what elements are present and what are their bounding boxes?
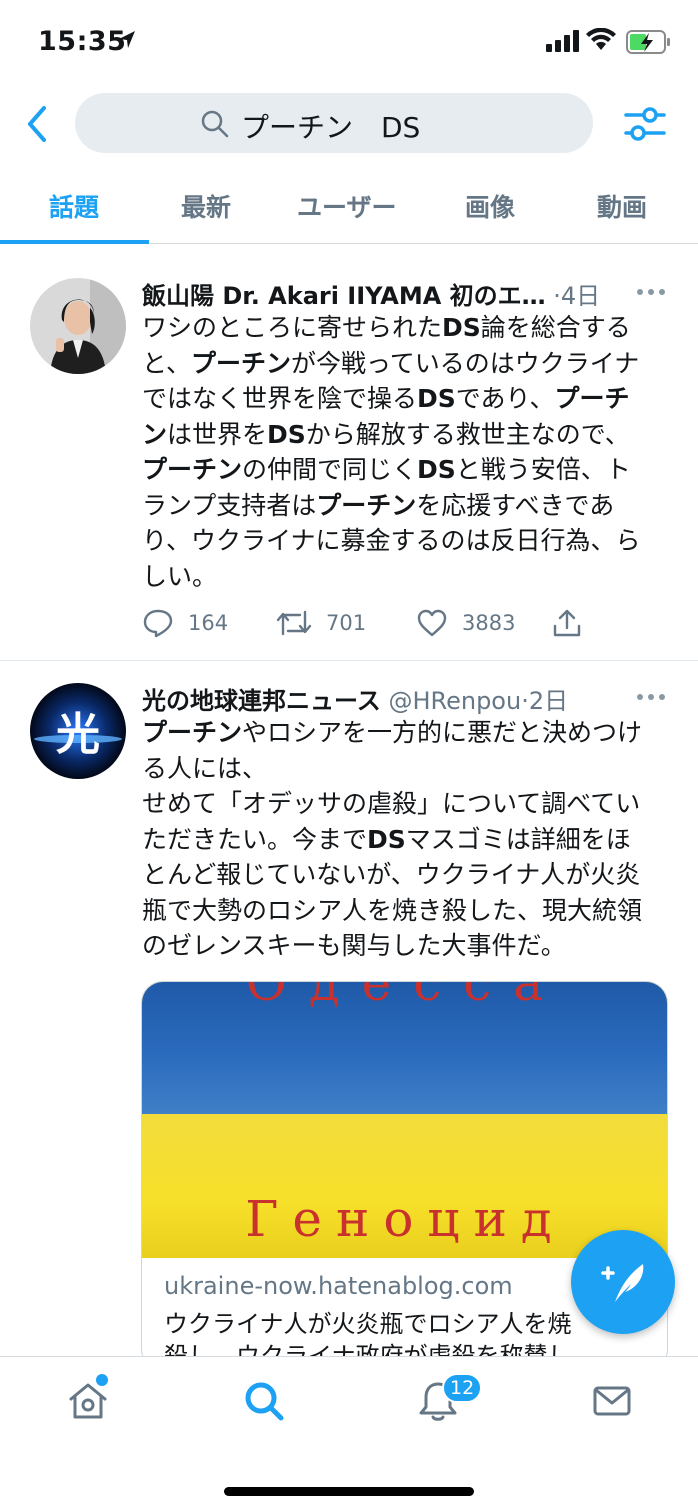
share-button[interactable] xyxy=(552,608,596,638)
tab-images[interactable]: 画像 xyxy=(465,188,515,224)
link-preview-image: Одесса Геноцид xyxy=(142,982,667,1258)
tweet-header: 飯山陽 Dr. Akari IIYAMA 初のエ… ·4日 xyxy=(142,276,616,311)
home-indicator xyxy=(224,1487,474,1496)
cellular-signal-icon xyxy=(546,30,579,52)
search-input[interactable]: プーチン DS xyxy=(75,93,593,153)
tweet-text-line: プーチンの仲間で同じくDSと戦う安倍、ト xyxy=(142,455,631,484)
avatar-glyph: 光 xyxy=(56,709,100,760)
tweet-text-line: せめて「オデッサの虐殺」について調べてい xyxy=(142,789,641,818)
tab-videos[interactable]: 動画 xyxy=(597,188,647,224)
search-tabs: 話題 最新 ユーザー 画像 動画 xyxy=(0,176,698,244)
tweet[interactable]: 飯山陽 Dr. Akari IIYAMA 初のエ… ·4日 ワシのところに寄せら… xyxy=(0,246,698,660)
tweet-text-line: プーチンやロシアを一方的に悪だと決めつけ xyxy=(142,718,643,747)
like-count: 3883 xyxy=(462,611,516,635)
bottom-tab-bar: 12 xyxy=(0,1356,698,1511)
tweet-text-line: る人には、 xyxy=(142,753,268,783)
reply-count: 164 xyxy=(188,611,229,635)
tweet-text: プーチンやロシアを一方的に悪だと決めつけ る人には、 せめて「オデッサの虐殺」に… xyxy=(142,715,672,964)
tweet-text-line: ンは世界をDSから解放する救世主なので、 xyxy=(142,419,630,449)
tweet-handle[interactable]: @HRenpou xyxy=(388,687,521,715)
like-button[interactable]: 3883 xyxy=(416,608,515,638)
more-options-icon[interactable] xyxy=(636,693,666,701)
tab-latest[interactable]: 最新 xyxy=(181,188,231,224)
compose-feather-icon xyxy=(601,1264,644,1302)
tab-trending[interactable]: 話題 xyxy=(49,188,99,224)
retweet-icon xyxy=(276,610,312,636)
reply-button[interactable]: 164 xyxy=(142,608,228,638)
battery-charging-icon xyxy=(626,30,670,54)
share-icon xyxy=(553,609,581,637)
tweet-text-line: ランプ支持者はプーチンを応援すべきであ xyxy=(142,490,615,520)
tweet-header: 光の地球連邦ニュース @HRenpou·2日 xyxy=(142,681,616,716)
tweet-text-line: 瓶で大勢のロシア人を焼き殺した、現大統領 xyxy=(142,895,643,925)
tweet-text-line: しい。 xyxy=(142,561,218,591)
tweet-author-name[interactable]: 光の地球連邦ニュース xyxy=(142,687,381,715)
tweet-text-line: のゼレンスキーも関与した大事件だ。 xyxy=(142,931,566,960)
tweet-timestamp: ·2日 xyxy=(521,687,569,715)
tweet-text: ワシのところに寄せられたDS論を総合する と、プーチンが今戦っているのはウクライ… xyxy=(142,310,672,594)
tweet-text-line: と、プーチンが今戦っているのはウクライナ xyxy=(142,348,640,378)
search-filter-icon[interactable] xyxy=(622,102,668,146)
search-tab-icon[interactable] xyxy=(242,1379,286,1423)
avatar[interactable] xyxy=(30,278,126,374)
status-bar: 15:35 xyxy=(0,0,698,88)
tweet-text-line: ワシのところに寄せられたDS論を総合する xyxy=(142,313,631,342)
notifications-badge: 12 xyxy=(442,1373,483,1403)
avatar[interactable]: 光 xyxy=(30,683,126,779)
retweet-count: 701 xyxy=(326,611,367,635)
tweet-text-line: ただきたい。今までDSマスゴミは詳細をほ xyxy=(142,824,631,854)
image-caption-top: Одесса xyxy=(245,982,566,1012)
tab-users[interactable]: ユーザー xyxy=(297,188,397,224)
retweet-button[interactable]: 701 xyxy=(276,608,366,638)
tweet-timestamp: ·4日 xyxy=(553,282,601,310)
heart-icon xyxy=(417,609,447,637)
more-options-icon[interactable] xyxy=(636,288,666,296)
tweet-text-line: とんど報じていないが、ウクライナ人が火炎 xyxy=(142,860,641,889)
tweet-actions: 164 701 3883 xyxy=(142,608,612,648)
active-tab-indicator xyxy=(0,240,149,244)
status-time: 15:35 xyxy=(38,26,127,57)
reply-icon xyxy=(143,609,173,638)
search-query: プーチン DS xyxy=(241,111,421,144)
back-chevron-icon[interactable] xyxy=(20,102,56,146)
link-domain: ukraine-now.hatenablog.com xyxy=(164,1272,513,1300)
tweet-text-line: ではなく世界を陰で操るDSであり、プーチ xyxy=(142,384,630,413)
location-arrow-icon xyxy=(119,31,135,48)
tweet-author-name[interactable]: 飯山陽 Dr. Akari IIYAMA 初のエ… xyxy=(142,282,546,310)
tweet-text-line: り、ウクライナに募金するのは反日行為、ら xyxy=(142,526,641,555)
home-unread-dot xyxy=(96,1374,108,1386)
wifi-icon xyxy=(586,28,616,50)
search-icon xyxy=(201,110,229,138)
compose-tweet-button[interactable] xyxy=(571,1230,675,1334)
messages-envelope-icon[interactable] xyxy=(590,1379,634,1423)
